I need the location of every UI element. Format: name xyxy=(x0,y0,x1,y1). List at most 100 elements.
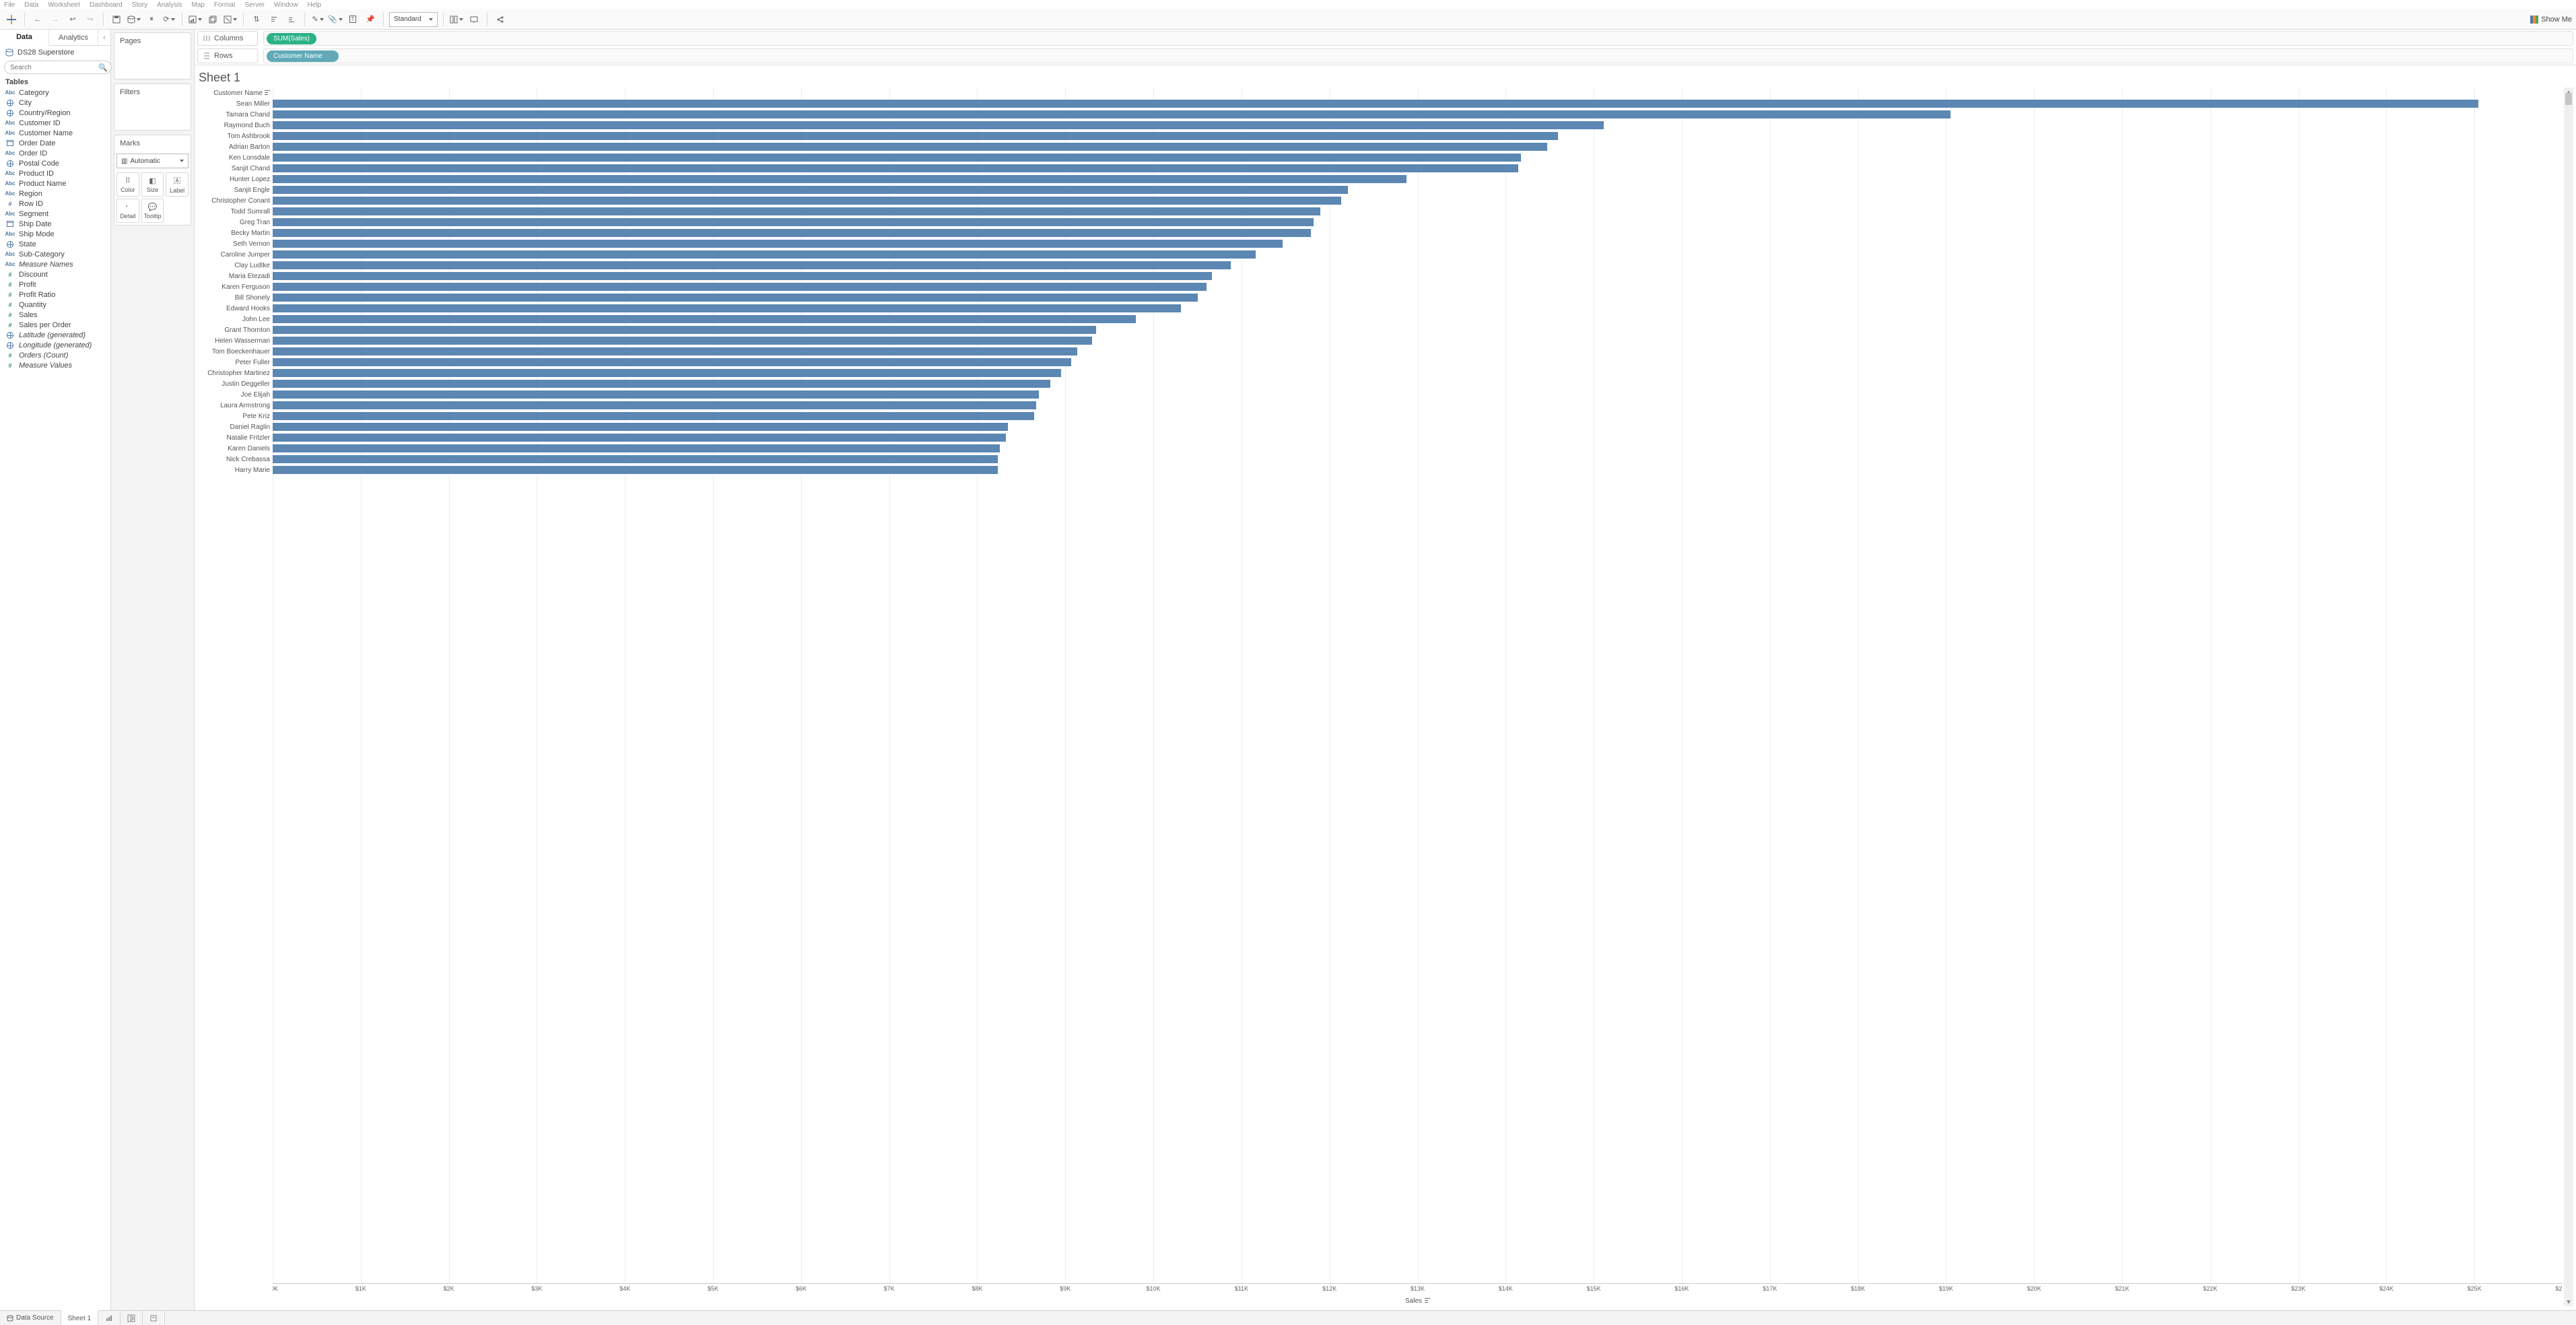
bar[interactable] xyxy=(273,455,998,463)
bar-row[interactable] xyxy=(273,228,2563,238)
datasource-row[interactable]: DS28 Superstore xyxy=(0,46,110,59)
fit-dropdown[interactable]: Standard xyxy=(389,12,438,27)
field-order-id[interactable]: AbcOrder ID xyxy=(0,148,110,158)
filters-shelf[interactable]: Filters xyxy=(114,83,191,131)
save-icon[interactable] xyxy=(109,12,124,27)
menu-data[interactable]: Data xyxy=(24,1,38,9)
bar-row[interactable] xyxy=(273,432,2563,443)
bar[interactable] xyxy=(273,240,1283,248)
bar-row[interactable] xyxy=(273,346,2563,357)
bar[interactable] xyxy=(273,175,1406,183)
y-tick-label[interactable]: Grant Thornton xyxy=(197,325,273,335)
bar-row[interactable] xyxy=(273,400,2563,411)
sheet-tab-1[interactable]: Sheet 1 xyxy=(61,1310,98,1325)
vertical-scrollbar[interactable]: ▴ ▾ xyxy=(2564,88,2573,1306)
pin-icon[interactable]: 📌 xyxy=(363,12,378,27)
bar[interactable] xyxy=(273,121,1604,129)
y-tick-label[interactable]: Bill Shonely xyxy=(197,292,273,303)
y-tick-label[interactable]: Sanjit Chand xyxy=(197,163,273,174)
field-city[interactable]: City xyxy=(0,98,110,108)
forward-icon[interactable]: → xyxy=(48,12,63,27)
cards-icon[interactable] xyxy=(449,12,464,27)
bar-row[interactable] xyxy=(273,206,2563,217)
bar-row[interactable] xyxy=(273,389,2563,400)
bar-row[interactable] xyxy=(273,421,2563,432)
field-orders-count-[interactable]: Orders (Count) xyxy=(0,350,110,360)
y-axis-label[interactable]: Customer Name xyxy=(197,88,273,98)
bar-row[interactable] xyxy=(273,303,2563,314)
x-axis-label[interactable]: Sales xyxy=(273,1295,2563,1306)
menu-server[interactable]: Server xyxy=(245,1,265,9)
y-tick-label[interactable]: Christopher Conant xyxy=(197,195,273,206)
bar[interactable] xyxy=(273,304,1181,312)
y-tick-label[interactable]: Sean Miller xyxy=(197,98,273,109)
bar-row[interactable] xyxy=(273,195,2563,206)
bar-row[interactable] xyxy=(273,325,2563,335)
show-me-button[interactable]: Show Me xyxy=(2530,15,2572,24)
group-icon[interactable]: 📎 xyxy=(328,12,343,27)
bar-row[interactable] xyxy=(273,357,2563,368)
new-story-icon[interactable] xyxy=(143,1311,165,1325)
bar-row[interactable] xyxy=(273,335,2563,346)
marks-size[interactable]: ◧Size xyxy=(141,172,164,197)
bar[interactable] xyxy=(273,412,1034,420)
y-tick-label[interactable]: Pete Kriz xyxy=(197,411,273,421)
bar-row[interactable] xyxy=(273,454,2563,465)
bar[interactable] xyxy=(273,369,1061,377)
bar[interactable] xyxy=(273,110,1951,118)
sheet-title[interactable]: Sheet 1 xyxy=(195,65,2576,88)
bar-row[interactable] xyxy=(273,249,2563,260)
y-tick-label[interactable]: Joe Elijah xyxy=(197,389,273,400)
bar-row[interactable] xyxy=(273,163,2563,174)
bar[interactable] xyxy=(273,326,1096,334)
sort-desc-icon[interactable] xyxy=(284,12,299,27)
field-segment[interactable]: AbcSegment xyxy=(0,209,110,219)
bar-row[interactable] xyxy=(273,141,2563,152)
y-tick-label[interactable]: Greg Tran xyxy=(197,217,273,228)
field-measure-values[interactable]: Measure Values xyxy=(0,360,110,370)
field-product-id[interactable]: AbcProduct ID xyxy=(0,168,110,178)
bar-row[interactable] xyxy=(273,109,2563,120)
field-ship-date[interactable]: Ship Date xyxy=(0,219,110,229)
bar[interactable] xyxy=(273,294,1198,302)
y-tick-label[interactable]: Helen Wasserman xyxy=(197,335,273,346)
share-icon[interactable] xyxy=(493,12,508,27)
field-ship-mode[interactable]: AbcShip Mode xyxy=(0,229,110,239)
bar[interactable] xyxy=(273,261,1231,269)
marks-tooltip[interactable]: 💬Tooltip xyxy=(141,199,164,223)
menu-window[interactable]: Window xyxy=(274,1,298,9)
bar-row[interactable] xyxy=(273,238,2563,249)
new-datasource-icon[interactable] xyxy=(127,12,141,27)
bar[interactable] xyxy=(273,423,1008,431)
bar-row[interactable] xyxy=(273,281,2563,292)
y-tick-label[interactable]: John Lee xyxy=(197,314,273,325)
bar-row[interactable] xyxy=(273,465,2563,475)
tab-data[interactable]: Data xyxy=(0,30,49,46)
field-row-id[interactable]: Row ID xyxy=(0,199,110,209)
field-state[interactable]: State xyxy=(0,239,110,249)
bar-row[interactable] xyxy=(273,217,2563,228)
bar[interactable] xyxy=(273,100,2478,108)
bar-row[interactable] xyxy=(273,120,2563,131)
bar[interactable] xyxy=(273,283,1207,291)
menu-help[interactable]: Help xyxy=(308,1,322,9)
tableau-logo-icon[interactable] xyxy=(4,12,19,27)
y-tick-label[interactable]: Caroline Jumper xyxy=(197,249,273,260)
field-customer-id[interactable]: AbcCustomer ID xyxy=(0,118,110,128)
bar[interactable] xyxy=(273,207,1320,215)
bar[interactable] xyxy=(273,315,1136,323)
y-tick-label[interactable]: Tamara Chand xyxy=(197,109,273,120)
bar[interactable] xyxy=(273,186,1348,194)
field-longitude-generated-[interactable]: Longitude (generated) xyxy=(0,340,110,350)
clear-icon[interactable] xyxy=(223,12,238,27)
y-tick-label[interactable]: Karen Ferguson xyxy=(197,281,273,292)
bar[interactable] xyxy=(273,272,1212,280)
y-tick-label[interactable]: Maria Etezadi xyxy=(197,271,273,281)
bar-row[interactable] xyxy=(273,314,2563,325)
data-source-tab[interactable]: Data Source xyxy=(0,1311,61,1325)
pill-customer-name[interactable]: Customer Name xyxy=(267,50,339,62)
new-dashboard-icon[interactable] xyxy=(121,1311,143,1325)
field-customer-name[interactable]: AbcCustomer Name xyxy=(0,128,110,138)
y-tick-label[interactable]: Seth Vernon xyxy=(197,238,273,249)
back-icon[interactable]: ← xyxy=(30,12,45,27)
